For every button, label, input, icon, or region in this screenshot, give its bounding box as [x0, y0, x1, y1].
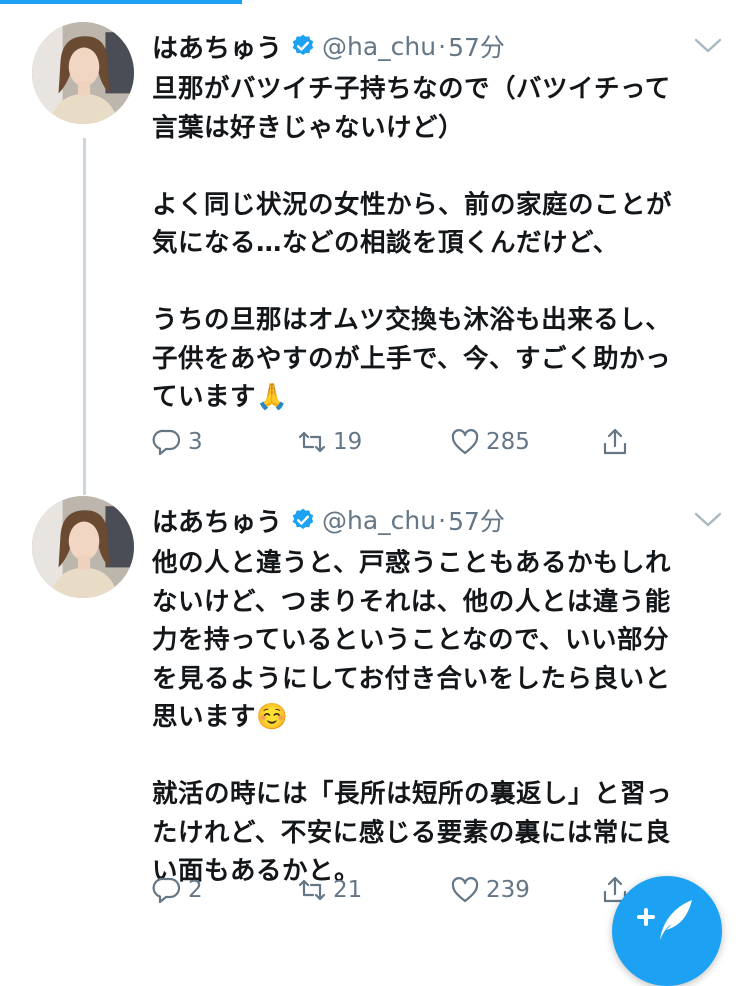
tweet-text: 旦那がバツイチ子持ちなので（バツイチって 言葉は好きじゃないけど） よく同じ状況…	[152, 70, 727, 417]
loading-progress-bar	[0, 0, 242, 4]
reply-icon	[152, 875, 182, 905]
reply-count: 2	[188, 877, 203, 903]
display-name[interactable]: はあちゅう	[152, 28, 282, 65]
avatar[interactable]	[32, 22, 134, 124]
tweet-text: 他の人と違うと、戸惑うこともあるかもしれ ないけど、つまりそれは、他の人とは違う…	[152, 544, 727, 891]
share-icon	[600, 427, 630, 457]
tweet-timestamp[interactable]: 57分	[448, 28, 505, 64]
tweet-line: 言葉は好きじゃないけど）	[152, 112, 465, 143]
verified-badge-icon	[290, 33, 316, 59]
retweet-button[interactable]: 21	[297, 872, 362, 908]
heart-icon	[450, 875, 480, 905]
reply-button[interactable]: 3	[152, 424, 203, 460]
retweet-count: 21	[333, 877, 363, 903]
tweet-paragraph: よく同じ状況の女性から、前の家庭のことが 気になる…などの相談を頂くんだけど、	[152, 186, 727, 263]
tweet-actions: 2 21 239	[152, 872, 672, 908]
tweet-paragraph: うちの旦那はオムツ交換も沐浴も出来るし、 子供をあやすのが上手で、今、すごく助か…	[152, 301, 727, 417]
user-handle[interactable]: @ha_chu	[322, 32, 436, 61]
tweet-line: ています🙏	[152, 382, 289, 412]
separator-dot: ·	[438, 505, 447, 535]
verified-badge-icon	[290, 507, 316, 533]
tweet-line: たけれど、不安に感じる要素の裏には常に良	[152, 817, 671, 848]
tweet-line: ないけど、つまりそれは、他の人とは違う能	[152, 586, 671, 617]
tweet-line: うちの旦那はオムツ交換も沐浴も出来るし、	[152, 305, 672, 335]
tweet-header: はあちゅう @ha_chu · 57分	[152, 502, 505, 538]
tweet-line: よく同じ状況の女性から、前の家庭のことが	[152, 189, 673, 220]
retweet-button[interactable]: 19	[297, 424, 362, 460]
display-name[interactable]: はあちゅう	[152, 502, 282, 539]
avatar[interactable]	[32, 496, 134, 598]
like-button[interactable]: 285	[450, 424, 530, 460]
tweet-line: 力を持っているということなので、いい部分	[152, 625, 669, 655]
heart-icon	[450, 427, 480, 457]
reply-icon	[152, 427, 182, 457]
retweet-icon	[297, 427, 327, 457]
like-count: 285	[486, 429, 530, 455]
tweet-paragraph: 他の人と違うと、戸惑うこともあるかもしれ ないけど、つまりそれは、他の人とは違う…	[152, 544, 727, 737]
share-button[interactable]	[600, 424, 630, 460]
user-handle[interactable]: @ha_chu	[322, 506, 436, 535]
tweet-actions: 3 19 285	[152, 424, 672, 460]
tweet-line: 気になる…などの相談を頂くんだけど、	[152, 228, 619, 258]
chevron-down-icon[interactable]	[692, 510, 724, 530]
reply-button[interactable]: 2	[152, 872, 203, 908]
compose-tweet-button[interactable]	[612, 876, 722, 986]
tweet-line: 子供をあやすのが上手で、今、すごく助かっ	[152, 343, 671, 374]
chevron-down-icon[interactable]	[692, 36, 724, 56]
retweet-count: 19	[333, 429, 363, 455]
like-button[interactable]: 239	[450, 872, 530, 908]
tweet-timestamp[interactable]: 57分	[448, 502, 505, 538]
tweet-line: 他の人と違うと、戸惑うこともあるかもしれ	[152, 548, 671, 578]
tweet-line: を見るようにしてお付き合いをしたら良いと	[152, 663, 671, 694]
tweet-line: 思います☺️	[152, 702, 289, 732]
thread-connector-line	[83, 138, 86, 495]
tweet-paragraph: 旦那がバツイチ子持ちなので（バツイチって 言葉は好きじゃないけど）	[152, 70, 727, 147]
like-count: 239	[486, 877, 530, 903]
tweet-line: 就活の時には「長所は短所の裏返し」と習っ	[152, 779, 673, 809]
retweet-icon	[297, 875, 327, 905]
separator-dot: ·	[438, 31, 447, 61]
reply-count: 3	[188, 429, 203, 455]
tweet-header: はあちゅう @ha_chu · 57分	[152, 28, 505, 64]
tweet-line: 旦那がバツイチ子持ちなので（バツイチって	[152, 74, 671, 104]
